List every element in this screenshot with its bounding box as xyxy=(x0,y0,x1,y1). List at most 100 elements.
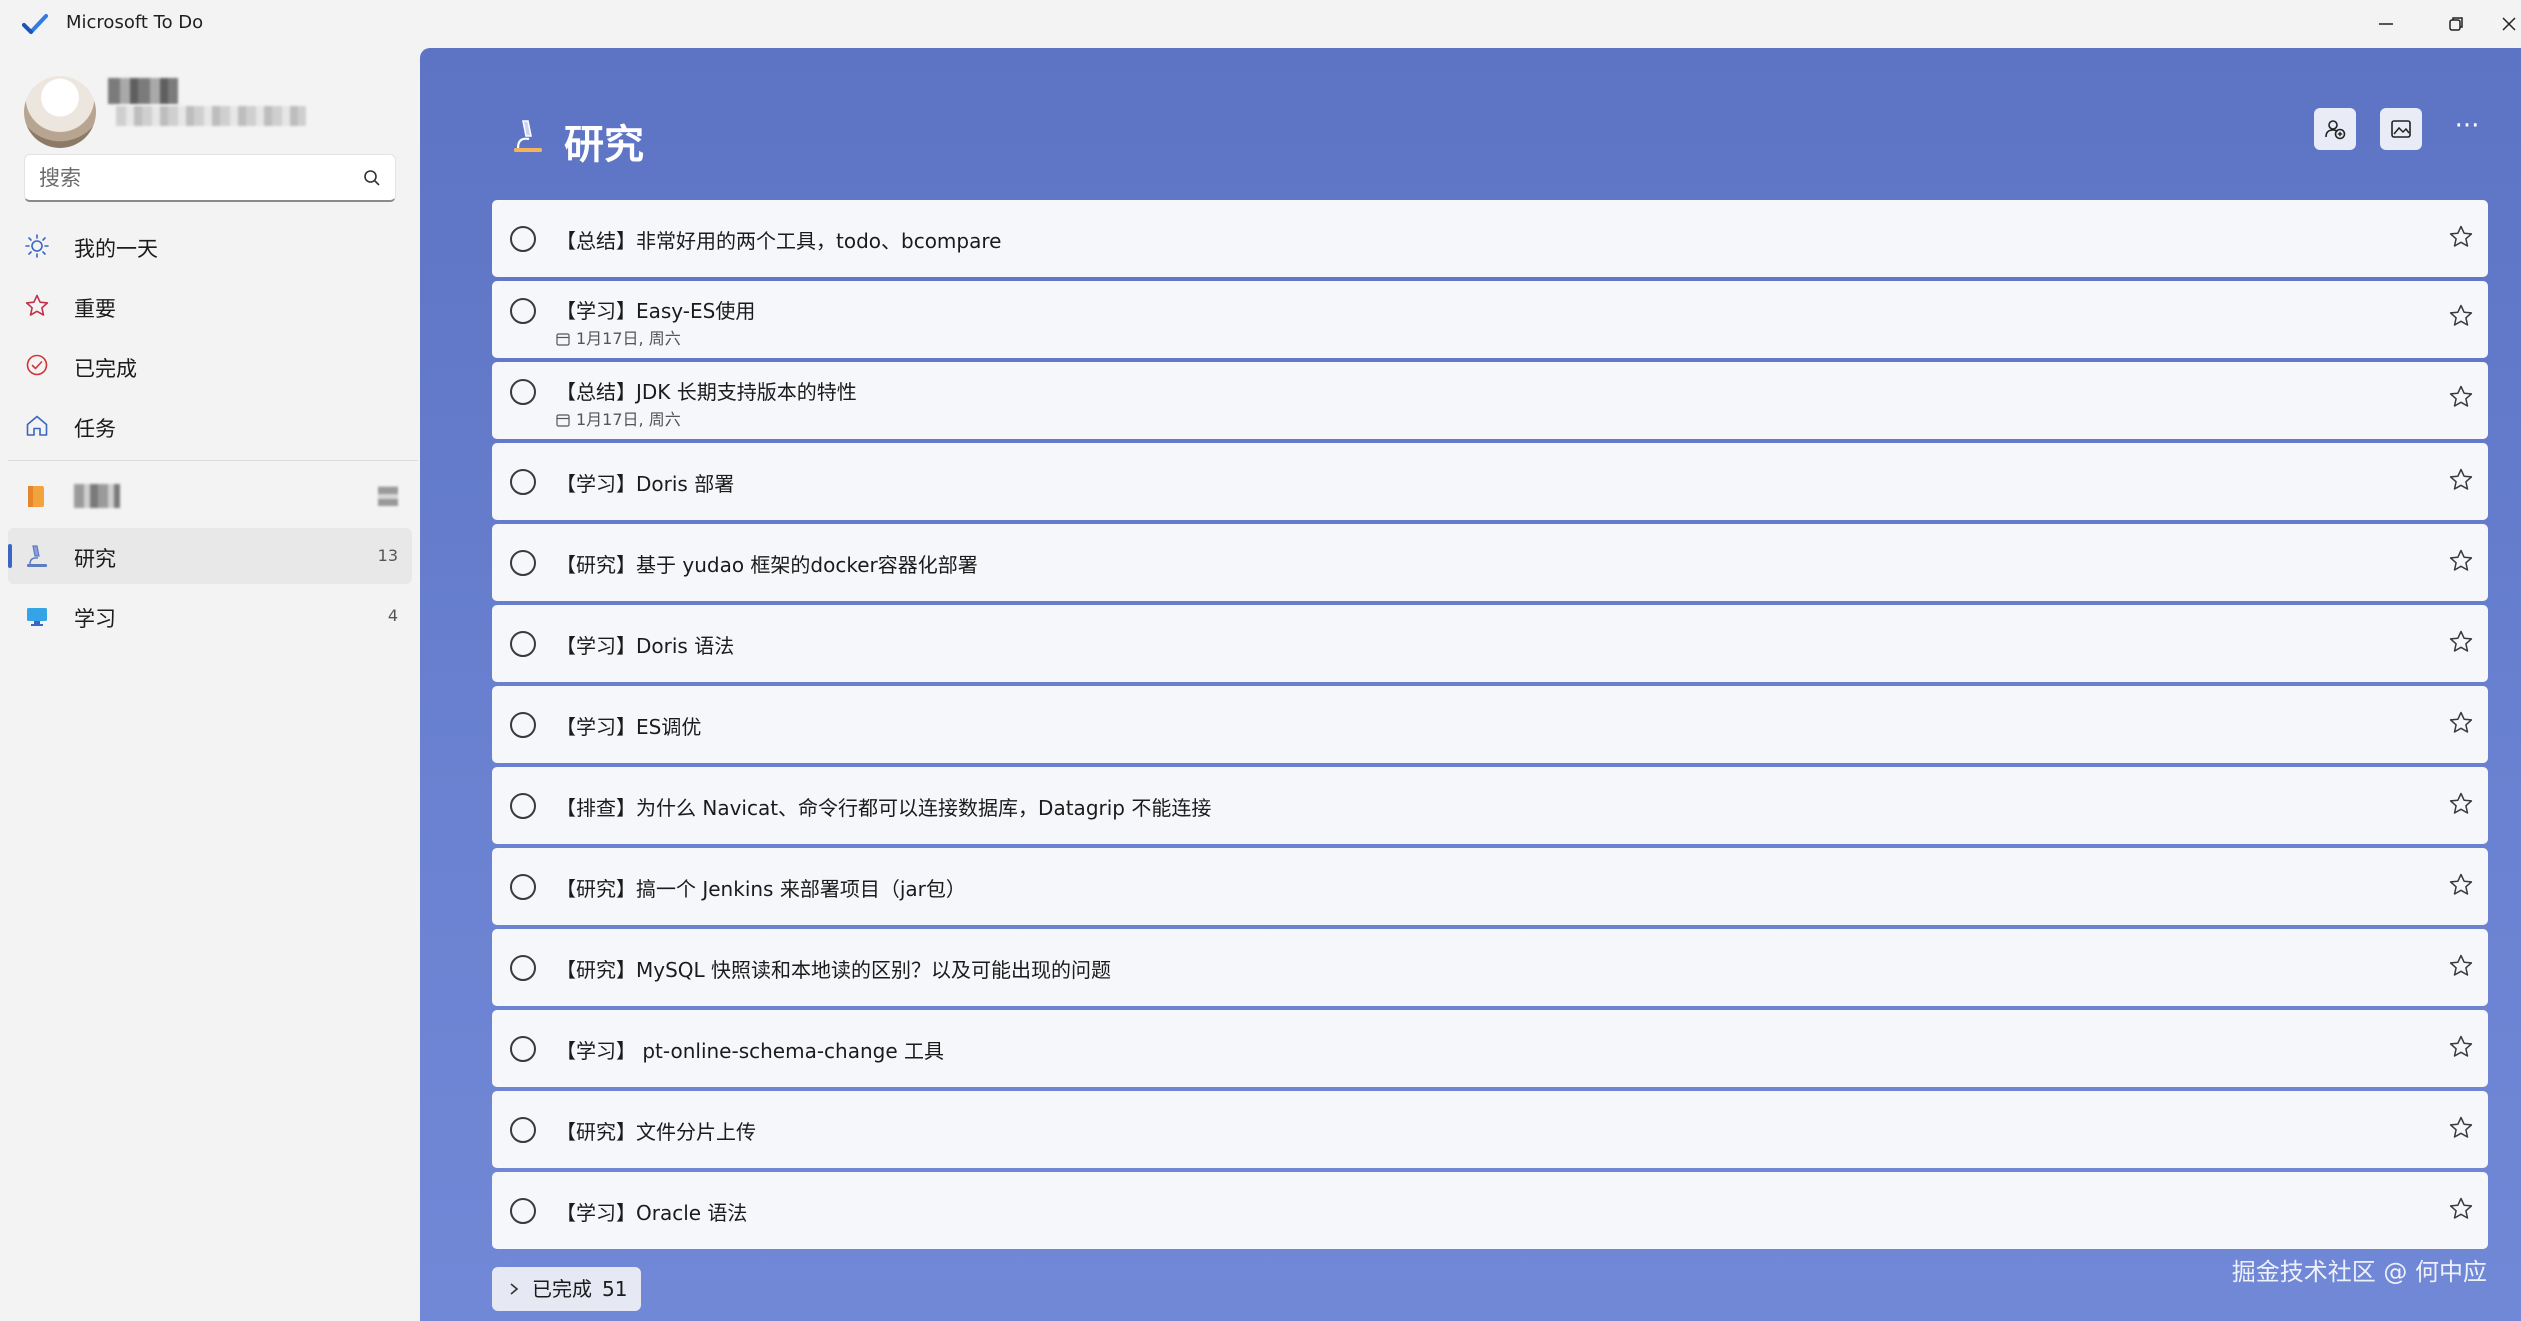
star-icon[interactable] xyxy=(2448,548,2474,574)
avatar[interactable] xyxy=(24,76,96,148)
star-icon[interactable] xyxy=(2448,1196,2474,1222)
chevron-right-icon xyxy=(510,1283,519,1295)
sidebar-item-label: 重要 xyxy=(74,297,116,321)
task-item[interactable]: 【学习】 pt-online-schema-change 工具 xyxy=(492,1010,2488,1087)
task-title: 【研究】文件分片上传 xyxy=(556,1120,756,1144)
star-icon[interactable] xyxy=(2448,1034,2474,1060)
star-icon[interactable] xyxy=(2448,1115,2474,1141)
star-icon[interactable] xyxy=(2448,629,2474,655)
completed-tasks-toggle[interactable]: 已完成 51 xyxy=(492,1267,642,1311)
task-due-date: 1月17日, 周六 xyxy=(556,325,681,349)
app-title: Microsoft To Do xyxy=(66,12,204,33)
sidebar-item-blurred-list[interactable] xyxy=(8,468,412,524)
complete-task-checkbox[interactable] xyxy=(510,1036,536,1062)
sidebar-item-label: 任务 xyxy=(74,417,116,441)
search-box[interactable] xyxy=(24,154,396,202)
star-icon[interactable] xyxy=(2448,384,2474,410)
sidebar-item-study[interactable]: 学习 4 xyxy=(8,588,412,644)
complete-task-checkbox[interactable] xyxy=(510,226,536,252)
close-button[interactable] xyxy=(2496,0,2521,48)
star-icon[interactable] xyxy=(2448,710,2474,736)
microscope-icon xyxy=(514,120,542,152)
task-item[interactable]: 【学习】Doris 部署 xyxy=(492,443,2488,520)
star-icon[interactable] xyxy=(2448,791,2474,817)
task-list: 【总结】非常好用的两个工具，todo、bcompare 【学习】Easy-ES使… xyxy=(492,200,2488,1253)
task-item[interactable]: 【学习】Easy-ES使用 1月17日, 周六 xyxy=(492,281,2488,358)
blurred-list-label xyxy=(74,484,120,508)
person-add-icon xyxy=(2325,120,2346,140)
star-icon[interactable] xyxy=(2448,872,2474,898)
sidebar-item-important[interactable]: 重要 xyxy=(8,278,412,334)
task-item[interactable]: 【学习】ES调优 xyxy=(492,686,2488,763)
task-title: 【学习】Oracle 语法 xyxy=(556,1201,748,1225)
home-icon xyxy=(26,415,48,436)
title-bar: Microsoft To Do xyxy=(0,0,2521,48)
star-icon[interactable] xyxy=(2448,467,2474,493)
task-title: 【总结】非常好用的两个工具，todo、bcompare xyxy=(556,229,1002,253)
sidebar-item-count: 13 xyxy=(377,546,398,565)
sidebar-item-tasks[interactable]: 任务 xyxy=(8,398,412,454)
check-circle-icon xyxy=(26,354,48,376)
task-item[interactable]: 【总结】JDK 长期支持版本的特性 1月17日, 周六 xyxy=(492,362,2488,439)
search-icon[interactable] xyxy=(363,169,381,187)
complete-task-checkbox[interactable] xyxy=(510,1198,536,1224)
restore-button[interactable] xyxy=(2426,0,2486,48)
sidebar-item-label: 我的一天 xyxy=(74,237,158,261)
task-item[interactable]: 【研究】文件分片上传 xyxy=(492,1091,2488,1168)
more-options-button[interactable]: ··· xyxy=(2446,108,2488,150)
task-item[interactable]: 【学习】Oracle 语法 xyxy=(492,1172,2488,1249)
task-title: 【研究】基于 yudao 框架的docker容器化部署 xyxy=(556,553,978,577)
complete-task-checkbox[interactable] xyxy=(510,874,536,900)
share-list-button[interactable] xyxy=(2314,108,2356,150)
completed-label: 已完成 xyxy=(532,1277,592,1301)
task-title: 【学习】Doris 语法 xyxy=(556,634,735,658)
user-name-blurred xyxy=(108,78,178,104)
complete-task-checkbox[interactable] xyxy=(510,712,536,738)
complete-task-checkbox[interactable] xyxy=(510,550,536,576)
complete-task-checkbox[interactable] xyxy=(510,1117,536,1143)
complete-task-checkbox[interactable] xyxy=(510,955,536,981)
task-item[interactable]: 【排查】为什么 Navicat、命令行都可以连接数据库，Datagrip 不能连… xyxy=(492,767,2488,844)
task-title: 【学习】ES调优 xyxy=(556,715,702,739)
task-title: 【总结】JDK 长期支持版本的特性 xyxy=(556,380,857,404)
sidebar-item-research[interactable]: 研究 13 xyxy=(8,528,412,584)
task-item[interactable]: 【总结】非常好用的两个工具，todo、bcompare xyxy=(492,200,2488,277)
restore-icon xyxy=(2449,17,2463,31)
sun-icon xyxy=(25,234,49,258)
sidebar-item-label: 已完成 xyxy=(74,357,137,381)
watermark: 掘金技术社区 @ 何中应 xyxy=(2231,1258,2487,1286)
sidebar-item-completed[interactable]: 已完成 xyxy=(8,338,412,394)
main-panel: 研究 ··· 【总结】非常好用的两个工具，todo、bcompare 【学习】E… xyxy=(420,48,2521,1321)
task-item[interactable]: 【研究】基于 yudao 框架的docker容器化部署 xyxy=(492,524,2488,601)
monitor-icon xyxy=(27,608,47,626)
sidebar-item-my-day[interactable]: 我的一天 xyxy=(8,218,412,274)
task-title: 【学习】Doris 部署 xyxy=(556,472,735,496)
change-theme-button[interactable] xyxy=(2380,108,2422,150)
minimize-button[interactable] xyxy=(2356,0,2416,48)
sidebar-item-label: 学习 xyxy=(74,607,116,631)
search-input[interactable] xyxy=(39,163,339,193)
task-title: 【研究】搞一个 Jenkins 来部署项目（jar包） xyxy=(556,877,966,901)
star-icon[interactable] xyxy=(2448,953,2474,979)
calendar-icon xyxy=(556,333,570,346)
task-due-date: 1月17日, 周六 xyxy=(556,406,681,430)
task-item[interactable]: 【研究】搞一个 Jenkins 来部署项目（jar包） xyxy=(492,848,2488,925)
complete-task-checkbox[interactable] xyxy=(510,298,536,324)
complete-task-checkbox[interactable] xyxy=(510,379,536,405)
task-item[interactable]: 【研究】MySQL 快照读和本地读的区别？以及可能出现的问题 xyxy=(492,929,2488,1006)
complete-task-checkbox[interactable] xyxy=(510,631,536,657)
complete-task-checkbox[interactable] xyxy=(510,793,536,819)
sidebar: 我的一天 重要 已完成 任务 研究 13 xyxy=(0,48,420,1321)
task-title: 【学习】Easy-ES使用 xyxy=(556,299,756,323)
completed-count: 51 xyxy=(602,1277,628,1301)
blurred-list-count xyxy=(378,486,398,506)
todo-logo-icon xyxy=(22,14,48,34)
minimize-icon xyxy=(2379,23,2393,25)
complete-task-checkbox[interactable] xyxy=(510,469,536,495)
sidebar-item-label: 研究 xyxy=(74,547,116,571)
task-due-date-text: 1月17日, 周六 xyxy=(576,329,681,348)
task-item[interactable]: 【学习】Doris 语法 xyxy=(492,605,2488,682)
star-icon xyxy=(25,294,49,316)
star-icon[interactable] xyxy=(2448,303,2474,329)
star-icon[interactable] xyxy=(2448,224,2474,250)
